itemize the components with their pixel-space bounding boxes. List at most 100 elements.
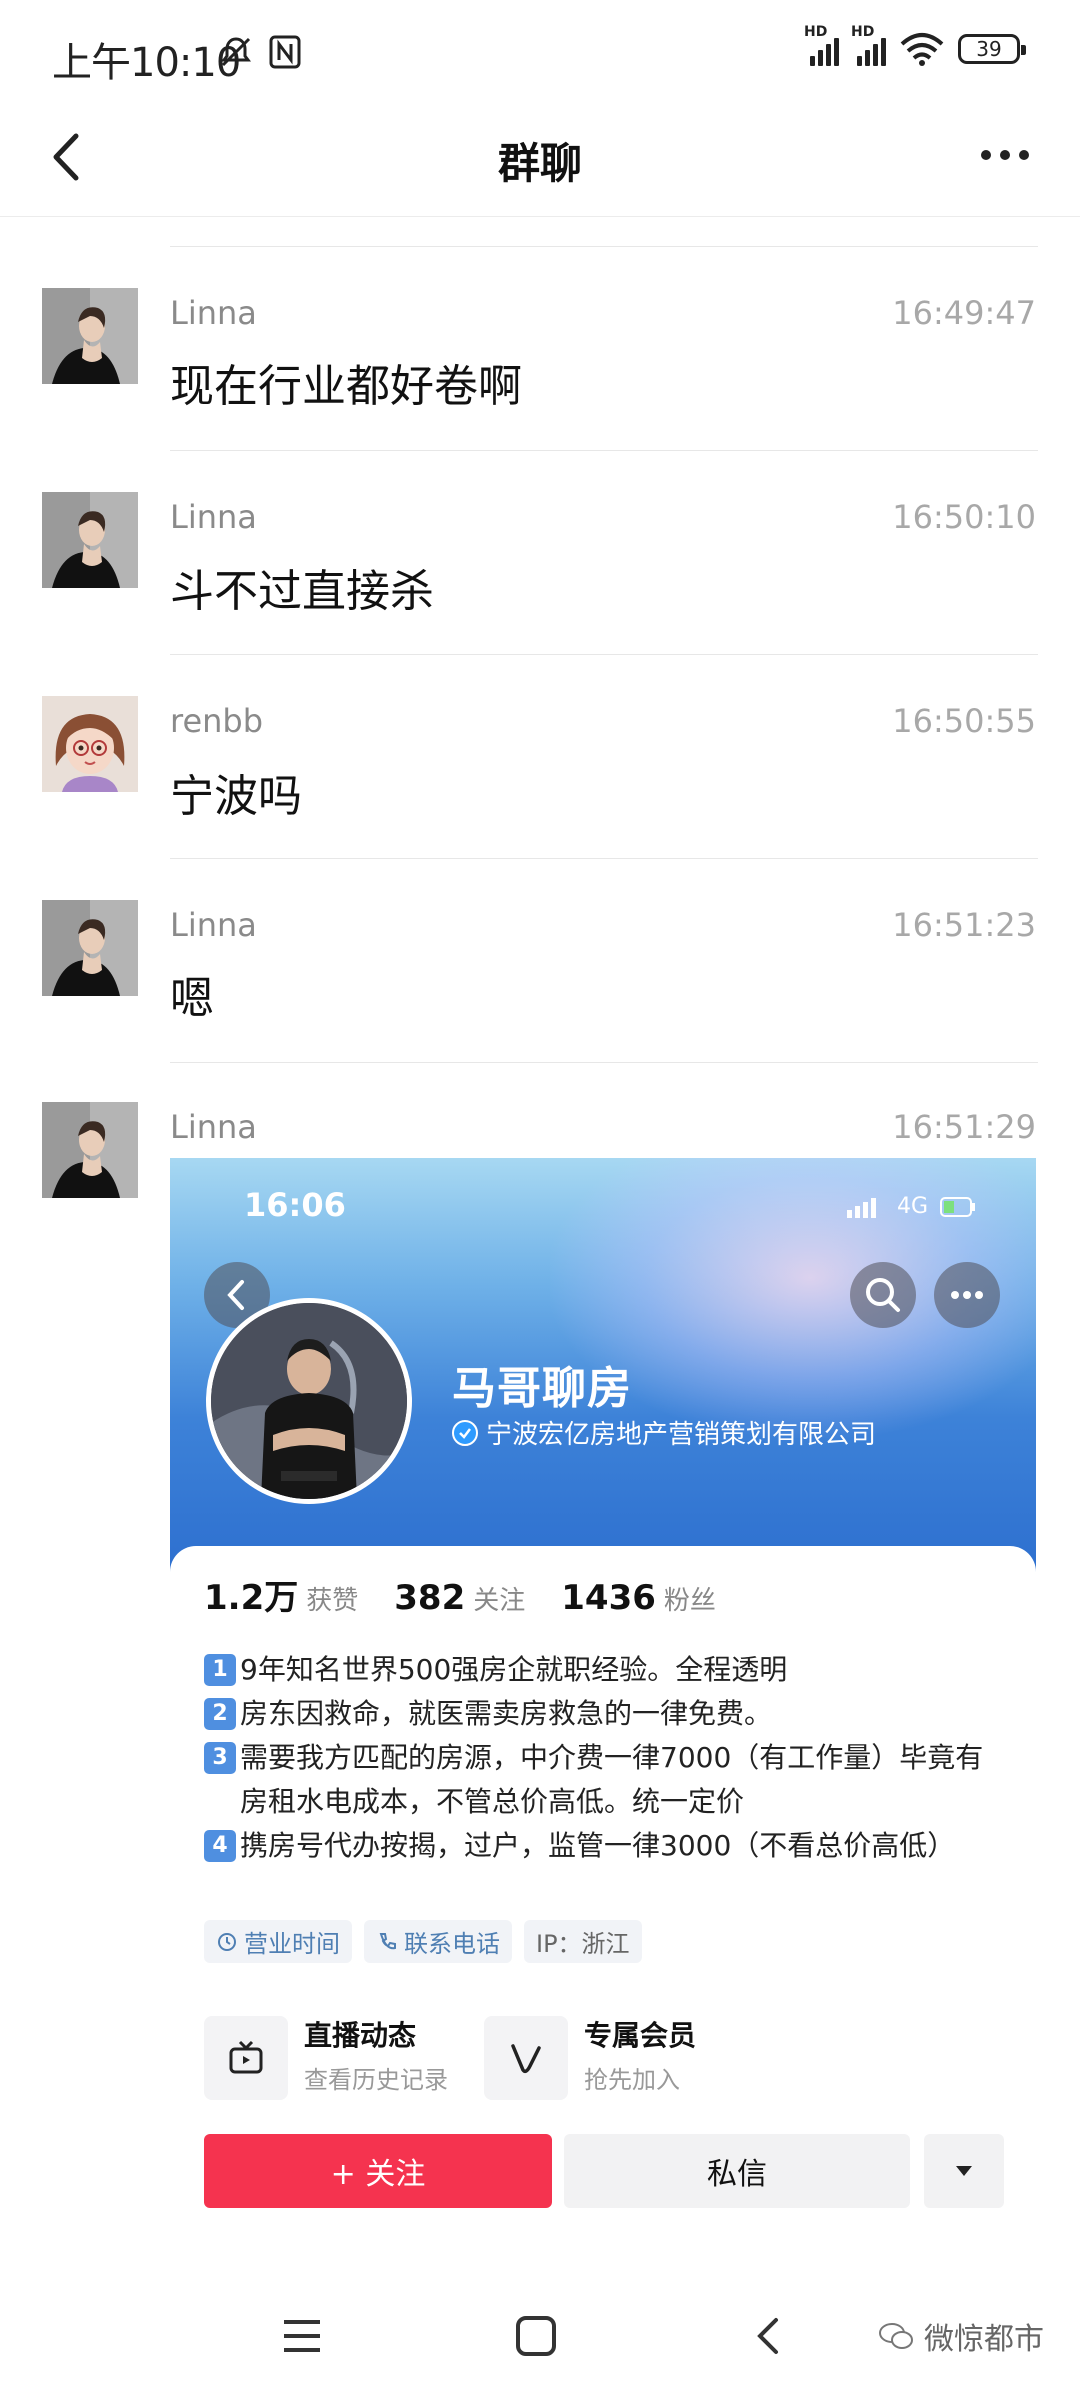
avatar[interactable] <box>42 696 138 792</box>
card-status-icons: 4G <box>845 1194 976 1219</box>
message-time: 16:50:10 <box>892 498 1036 536</box>
avatar-woman-icon <box>42 288 138 384</box>
sender-name: Linna <box>170 1108 257 1146</box>
divider <box>170 1062 1038 1063</box>
keycap-icon: 1 <box>204 1654 236 1686</box>
keycap-icon: 4 <box>204 1830 236 1862</box>
divider <box>170 858 1038 859</box>
search-icon <box>866 1278 900 1312</box>
sender-name: Linna <box>170 498 257 536</box>
profile-actions: + 关注 私信 <box>204 2134 1004 2208</box>
shared-image[interactable]: 16:06 4G 马哥聊房 宁波宏亿房地产营销策划有限公司 1.2万 获赞 38… <box>170 1158 1036 2238</box>
company-name: 宁波宏亿房地产营销策划有限公司 <box>486 1420 877 1450</box>
network-label: 4G <box>896 1194 928 1219</box>
keycap-icon: 3 <box>204 1742 236 1774</box>
vip-icon <box>484 2016 568 2100</box>
menu-button[interactable] <box>272 2306 332 2366</box>
likes-label: 获赞 <box>306 1586 359 1616</box>
divider <box>170 246 1038 247</box>
message-time: 16:51:29 <box>892 1108 1036 1146</box>
message-text: 现在行业都好卷啊 <box>170 361 522 412</box>
home-square-icon <box>516 2316 556 2356</box>
chevron-left-icon <box>757 2318 778 2354</box>
more-dot <box>1000 150 1010 160</box>
wechat-icon <box>879 2323 913 2349</box>
profile-bio: 1 9年知名世界500强房企就职经验。全程透明 2 房东因救命，就医需卖房救急的… <box>204 1648 1004 1868</box>
signal-icon: HD <box>804 24 839 66</box>
system-nav-bar: 微惊都市 <box>0 2270 1080 2400</box>
nfc-icon <box>269 35 301 69</box>
home-button[interactable] <box>506 2306 566 2366</box>
status-bar: 上午10:10 HD HD 39 <box>0 0 1080 100</box>
battery-icon <box>940 1196 975 1217</box>
keycap-icon: 2 <box>204 1698 236 1730</box>
feature-live: 直播动态 查看历史记录 <box>204 2010 504 2100</box>
dropdown-button <box>924 2134 1004 2208</box>
profile-features: 直播动态 查看历史记录 专属会员 抢先加入 <box>204 2010 1004 2100</box>
tv-icon <box>204 2016 288 2100</box>
followers-label: 粉丝 <box>663 1586 716 1616</box>
bio-line: 4 携房号代办按揭，过户，监管一律3000（不看总价高低） <box>204 1824 1004 1868</box>
signal-icon-2: HD <box>851 24 886 66</box>
bio-line: 3 需要我方匹配的房源，中介费一律7000（有工作量）毕竟有房租水电成本，不管总… <box>204 1736 1004 1824</box>
sender-name: Linna <box>170 906 257 944</box>
menu-icon <box>284 2320 320 2352</box>
wifi-icon <box>900 33 944 66</box>
mute-bell-icon <box>221 37 251 67</box>
divider <box>170 450 1038 451</box>
more-icon <box>951 1291 983 1299</box>
avatar-woman-icon <box>42 900 138 996</box>
phone-icon <box>379 1932 396 1949</box>
tag-ip-location: IP：浙江 <box>524 1920 642 1963</box>
followers-count: 1436 <box>561 1578 656 1618</box>
message-time: 16:51:23 <box>892 906 1036 944</box>
bio-line: 2 房东因救命，就医需卖房救急的一律免费。 <box>204 1692 1004 1736</box>
avatar-woman-icon <box>42 1102 138 1198</box>
card-search-button <box>850 1262 916 1328</box>
status-time: 上午10:10 <box>52 40 241 86</box>
message-text: 嗯 <box>170 973 214 1024</box>
avatar[interactable] <box>42 1102 138 1198</box>
bio-line: 1 9年知名世界500强房企就职经验。全程透明 <box>204 1648 1004 1692</box>
avatar[interactable] <box>42 492 138 588</box>
profile-tags: 营业时间 联系电话 IP：浙江 <box>204 1920 642 1963</box>
divider <box>170 654 1038 655</box>
feature-membership: 专属会员 抢先加入 <box>484 2010 784 2100</box>
sender-name: Linna <box>170 294 257 332</box>
follow-button: + 关注 <box>204 2134 552 2208</box>
caret-down-icon <box>956 2166 972 2176</box>
message-text: 斗不过直接杀 <box>170 566 434 617</box>
title-bar: 群聊 <box>0 100 1080 217</box>
avatar-cartoon-girl-icon <box>42 696 138 792</box>
company-verified: 宁波宏亿房地产营销策划有限公司 <box>452 1414 876 1451</box>
message-time: 16:50:55 <box>892 702 1036 740</box>
tag-business-hours: 营业时间 <box>204 1920 352 1963</box>
sender-name: renbb <box>170 702 264 740</box>
avatar[interactable] <box>42 900 138 996</box>
battery-icon: 39 <box>958 34 1026 64</box>
signal-icon <box>846 1197 876 1218</box>
tag-contact-phone: 联系电话 <box>364 1920 512 1963</box>
page-title: 群聊 <box>497 139 582 188</box>
card-status-time: 16:06 <box>244 1186 346 1224</box>
following-label: 关注 <box>473 1586 526 1616</box>
avatar[interactable] <box>42 288 138 384</box>
message-text: 宁波吗 <box>170 771 302 822</box>
likes-count: 1.2万 <box>204 1578 299 1618</box>
message-time: 16:49:47 <box>892 294 1036 332</box>
more-dot <box>981 150 991 160</box>
profile-name: 马哥聊房 <box>452 1363 632 1414</box>
card-more-button <box>934 1262 1000 1328</box>
more-button[interactable] <box>970 130 1040 180</box>
following-count: 382 <box>394 1578 466 1618</box>
watermark: 微惊都市 <box>878 2314 1044 2358</box>
dm-button: 私信 <box>564 2134 910 2208</box>
verified-icon <box>452 1419 478 1446</box>
more-dot <box>1019 150 1029 160</box>
avatar-woman-icon <box>42 492 138 588</box>
clock-icon <box>218 1932 236 1951</box>
profile-avatar <box>206 1298 412 1504</box>
nav-back-button[interactable] <box>740 2306 800 2366</box>
profile-photo-man-icon <box>211 1303 407 1499</box>
profile-stats: 1.2万 获赞 382 关注 1436 粉丝 <box>204 1570 752 1619</box>
